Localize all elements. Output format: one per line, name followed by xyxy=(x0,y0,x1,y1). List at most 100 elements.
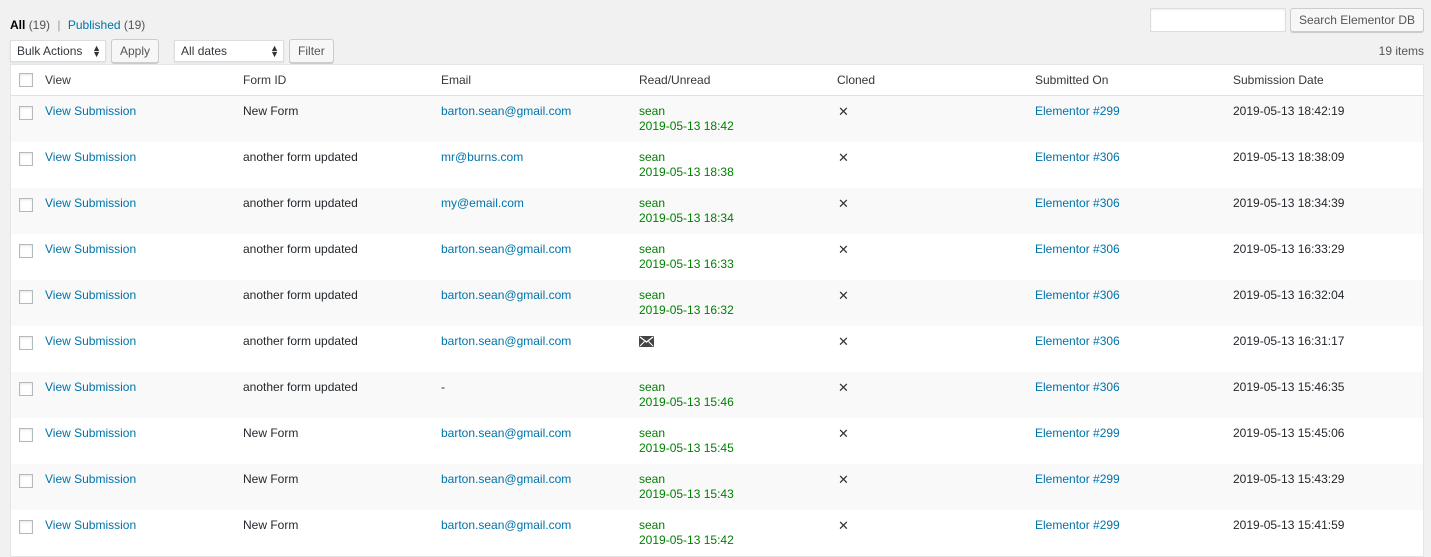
bulk-actions-select[interactable]: Bulk Actions ▲ ▼ xyxy=(10,40,106,62)
cloned-cell: ✕ xyxy=(837,326,1035,372)
column-cloned[interactable]: Cloned xyxy=(837,64,1035,96)
view-all-count: (19) xyxy=(28,18,51,32)
submitted-on-link[interactable]: Elementor #306 xyxy=(1035,380,1120,394)
view-submission-link[interactable]: View Submission xyxy=(45,196,136,210)
email-link[interactable]: barton.sean@gmail.com xyxy=(441,242,571,256)
table-row: View Submission New Form barton.sean@gmail… xyxy=(11,510,1424,557)
submitted-on-link[interactable]: Elementor #306 xyxy=(1035,288,1120,302)
envelope-icon xyxy=(639,336,654,350)
close-x-icon: ✕ xyxy=(838,150,849,165)
row-checkbox[interactable] xyxy=(19,520,33,534)
read-time: 2019-05-13 18:42 xyxy=(639,119,734,133)
submitted-on-link[interactable]: Elementor #306 xyxy=(1035,334,1120,348)
read-unread-cell: sean 2019-05-13 18:42 xyxy=(639,96,837,143)
view-cell: View Submission xyxy=(45,372,243,418)
submission-date-cell: 2019-05-13 16:32:04 xyxy=(1233,288,1345,302)
tablenav-top: Bulk Actions ▲ ▼ Apply All dates ▲ ▼ Filte… xyxy=(10,39,334,63)
view-submission-link[interactable]: View Submission xyxy=(45,104,136,118)
column-read-unread[interactable]: Read/Unread xyxy=(639,64,837,96)
submission-date-cell: 2019-05-13 16:31:17 xyxy=(1233,334,1345,348)
row-checkbox[interactable] xyxy=(19,244,33,258)
close-x-icon: ✕ xyxy=(838,518,849,533)
submitted-on-cell: Elementor #306 xyxy=(1035,280,1233,326)
submission-date-cell: 2019-05-13 15:43:29 xyxy=(1233,472,1345,486)
email-link[interactable]: my@email.com xyxy=(441,196,524,210)
row-checkbox[interactable] xyxy=(19,290,33,304)
row-select-cell xyxy=(11,326,46,372)
row-checkbox[interactable] xyxy=(19,474,33,488)
column-email[interactable]: Email xyxy=(441,64,639,96)
row-checkbox[interactable] xyxy=(19,106,33,120)
email-empty: - xyxy=(441,380,445,394)
view-all-link[interactable]: All xyxy=(10,18,25,32)
email-link[interactable]: barton.sean@gmail.com xyxy=(441,472,571,486)
read-unread-cell: sean 2019-05-13 15:42 xyxy=(639,510,837,557)
row-select-cell xyxy=(11,96,46,143)
submitted-on-link[interactable]: Elementor #299 xyxy=(1035,472,1120,486)
form-id-cell: another form updated xyxy=(243,288,358,302)
read-time: 2019-05-13 16:32 xyxy=(639,303,734,317)
view-submission-link[interactable]: View Submission xyxy=(45,334,136,348)
row-checkbox[interactable] xyxy=(19,198,33,212)
cloned-cell: ✕ xyxy=(837,418,1035,464)
submitted-on-link[interactable]: Elementor #299 xyxy=(1035,518,1120,532)
view-submission-link[interactable]: View Submission xyxy=(45,426,136,440)
read-unread-cell: sean 2019-05-13 16:32 xyxy=(639,280,837,326)
dates-select[interactable]: All dates ▲ ▼ xyxy=(174,40,285,62)
row-checkbox[interactable] xyxy=(19,336,33,350)
close-x-icon: ✕ xyxy=(838,472,849,487)
form-id-cell: another form updated xyxy=(243,380,358,394)
apply-button[interactable]: Apply xyxy=(111,39,160,63)
column-submission-date[interactable]: Submission Date xyxy=(1233,64,1424,96)
email-cell: barton.sean@gmail.com xyxy=(441,464,639,510)
filter-button[interactable]: Filter xyxy=(289,39,334,63)
submitted-on-link[interactable]: Elementor #306 xyxy=(1035,150,1120,164)
view-cell: View Submission xyxy=(45,280,243,326)
view-published-link[interactable]: Published xyxy=(68,18,121,32)
search-button[interactable]: Search Elementor DB xyxy=(1289,8,1424,32)
view-submission-link[interactable]: View Submission xyxy=(45,150,136,164)
view-cell: View Submission xyxy=(45,510,243,557)
form-id-cell: New Form xyxy=(243,104,299,118)
email-link[interactable]: barton.sean@gmail.com xyxy=(441,426,571,440)
view-cell: View Submission xyxy=(45,418,243,464)
row-checkbox[interactable] xyxy=(19,428,33,442)
view-cell: View Submission xyxy=(45,142,243,188)
submitted-on-cell: Elementor #306 xyxy=(1035,326,1233,372)
cloned-cell: ✕ xyxy=(837,188,1035,234)
view-submission-link[interactable]: View Submission xyxy=(45,518,136,532)
table-row: View Submission New Form barton.sean@gmail… xyxy=(10,95,1424,143)
column-submitted-on[interactable]: Submitted On xyxy=(1035,64,1233,96)
submitted-on-link[interactable]: Elementor #306 xyxy=(1035,196,1120,210)
read-unread-cell: sean 2019-05-13 18:34 xyxy=(639,188,837,234)
table-row: View Submission another form updated - sean… xyxy=(10,372,1424,418)
email-cell: barton.sean@gmail.com xyxy=(441,234,639,280)
submitted-on-link[interactable]: Elementor #299 xyxy=(1035,426,1120,440)
view-submission-link[interactable]: View Submission xyxy=(45,472,136,486)
view-published-count: (19) xyxy=(123,18,146,32)
view-submission-link[interactable]: View Submission xyxy=(45,288,136,302)
search-input[interactable] xyxy=(1149,8,1286,32)
select-all-checkbox[interactable] xyxy=(19,73,33,87)
table-row: View Submission another form updated barto… xyxy=(11,326,1424,372)
close-x-icon: ✕ xyxy=(838,426,849,441)
submitted-on-link[interactable]: Elementor #299 xyxy=(1035,104,1120,118)
read-user: sean xyxy=(639,380,666,394)
email-link[interactable]: barton.sean@gmail.com xyxy=(441,334,571,348)
view-cell: View Submission xyxy=(45,326,243,372)
view-separator: | xyxy=(57,18,61,32)
column-view[interactable]: View xyxy=(45,64,243,96)
table-header: View Form ID Email Read/Unread Cloned Su… xyxy=(10,64,1424,96)
email-cell: - xyxy=(441,372,639,418)
column-form-id[interactable]: Form ID xyxy=(243,64,441,96)
row-checkbox[interactable] xyxy=(19,382,33,396)
email-link[interactable]: barton.sean@gmail.com xyxy=(441,518,571,532)
submitted-on-link[interactable]: Elementor #306 xyxy=(1035,242,1120,256)
email-link[interactable]: barton.sean@gmail.com xyxy=(441,288,571,302)
email-link[interactable]: barton.sean@gmail.com xyxy=(441,104,571,118)
view-submission-link[interactable]: View Submission xyxy=(45,380,136,394)
email-link[interactable]: mr@burns.com xyxy=(441,150,523,164)
email-cell: barton.sean@gmail.com xyxy=(441,418,639,464)
view-submission-link[interactable]: View Submission xyxy=(45,242,136,256)
row-checkbox[interactable] xyxy=(19,152,33,166)
